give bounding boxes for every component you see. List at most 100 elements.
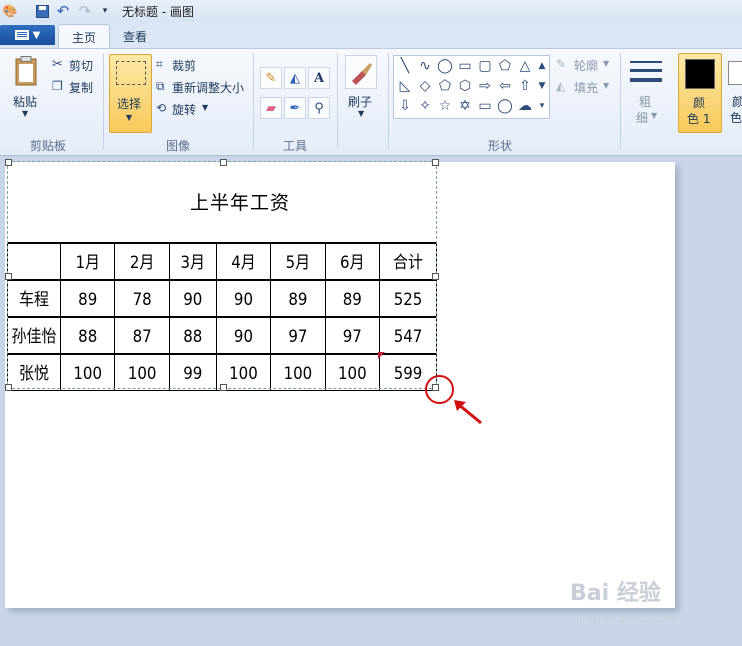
down-arrow-shape-icon[interactable]: ⇩ [396, 97, 414, 115]
hexagon-shape-icon[interactable]: ⬡ [456, 77, 474, 95]
crop-button[interactable]: 裁剪 [172, 57, 196, 74]
annotation-circle [425, 375, 454, 404]
four-point-star-shape-icon[interactable]: ✧ [416, 97, 434, 115]
resize-handle[interactable] [5, 384, 12, 391]
tab-view[interactable]: 查看 [112, 24, 158, 48]
resize-button[interactable]: 重新调整大小 [172, 79, 244, 96]
rectangular-callout-shape-icon[interactable]: ▭ [476, 97, 494, 115]
window-title: 无标题 - 画图 [122, 5, 194, 19]
six-point-star-shape-icon[interactable]: ✡ [456, 97, 474, 115]
shapes-group-label: 形状 [488, 139, 513, 153]
pencil-icon[interactable]: ✎ [260, 67, 282, 89]
chevron-down-icon[interactable]: ▼ [202, 103, 208, 112]
redo-icon[interactable]: ↷ [77, 2, 93, 20]
curve-shape-icon[interactable]: ∿ [416, 57, 434, 75]
up-arrow-shape-icon[interactable]: ⇧ [516, 77, 534, 95]
polygon-shape-icon[interactable]: ⬠ [496, 57, 514, 75]
resize-handle[interactable] [220, 384, 227, 391]
crop-icon: ⌗ [156, 57, 163, 71]
color2-swatch [728, 61, 742, 85]
triangle-shape-icon[interactable]: △ [516, 57, 534, 75]
cut-button[interactable]: 剪切 [69, 57, 93, 74]
resize-handle[interactable] [5, 273, 12, 280]
line-size-icon [628, 57, 664, 87]
left-arrow-shape-icon[interactable]: ⇦ [496, 77, 514, 95]
selection-rectangle[interactable] [5, 159, 439, 391]
select-icon [116, 61, 146, 85]
size-label-line1[interactable]: 粗 [639, 93, 651, 110]
right-arrow-shape-icon[interactable]: ⇨ [476, 77, 494, 95]
paste-button[interactable]: 粘贴 [13, 93, 37, 110]
chevron-down-icon: ▼ [126, 113, 133, 122]
resize-handle[interactable] [220, 159, 227, 166]
line-shape-icon[interactable]: ╲ [396, 57, 414, 75]
color1-label-line1: 颜 [693, 96, 706, 110]
right-triangle-shape-icon[interactable]: ◺ [396, 77, 414, 95]
brushes-button[interactable]: 刷子 [348, 93, 372, 110]
select-button[interactable]: 选择 ▼ [109, 54, 152, 133]
group-divider [103, 53, 104, 149]
outline-icon: ✎ [556, 57, 567, 71]
outline-button[interactable]: 轮廓 [574, 57, 598, 74]
color2-button[interactable]: 颜 色 [726, 57, 742, 131]
color-picker-icon[interactable]: ✒ [284, 97, 306, 119]
annotation-arrow-icon [454, 400, 482, 425]
oval-shape-icon[interactable]: ◯ [436, 57, 454, 75]
menu-icon [14, 30, 29, 40]
ribbon: 粘贴 ▼ ✂ 剪切 ❐ 复制 剪贴板 选择 ▼ ⌗ 裁剪 ⧉ 重新调整大小 ⟲ … [0, 48, 742, 156]
oval-callout-shape-icon[interactable]: ◯ [496, 97, 514, 115]
rectangle-shape-icon[interactable]: ▭ [456, 57, 474, 75]
color1-button[interactable]: 颜 色 1 [678, 53, 722, 133]
color1-swatch [685, 59, 715, 89]
scroll-down-icon[interactable]: ▼ [536, 77, 548, 95]
tools-group-label: 工具 [283, 139, 308, 153]
pentagon-shape-icon[interactable]: ⬠ [436, 77, 454, 95]
text-tool-icon[interactable]: A [308, 67, 330, 89]
resize-handle[interactable] [432, 273, 439, 280]
scroll-up-icon[interactable]: ▲ [536, 57, 548, 75]
chevron-down-icon: ▼ [32, 29, 41, 41]
eraser-icon[interactable]: ▰ [260, 97, 282, 119]
image-group-label: 图像 [166, 139, 191, 153]
copy-button[interactable]: 复制 [69, 79, 93, 96]
red-corner-mark-icon [378, 352, 385, 359]
chevron-down-icon[interactable]: ▼ [22, 109, 28, 118]
chevron-down-icon[interactable]: ▼ [603, 81, 609, 90]
paste-icon [12, 55, 40, 87]
cloud-callout-shape-icon[interactable]: ☁ [516, 97, 534, 115]
fill-button[interactable]: 填充 [574, 79, 598, 96]
five-point-star-shape-icon[interactable]: ☆ [436, 97, 454, 115]
undo-icon[interactable]: ↶ [55, 2, 71, 20]
save-icon[interactable] [34, 3, 50, 19]
ribbon-tab-row: ▼ 主页 查看 [0, 22, 742, 49]
chevron-down-icon[interactable]: ▼ [651, 111, 657, 120]
clipboard-group-label: 剪贴板 [30, 139, 67, 153]
color2-label-line1: 颜 [732, 95, 742, 109]
diamond-shape-icon[interactable]: ◇ [416, 77, 434, 95]
tab-home[interactable]: 主页 [58, 24, 110, 49]
rounded-rectangle-shape-icon[interactable]: ▢ [476, 57, 494, 75]
scissors-icon: ✂ [52, 57, 63, 72]
chevron-down-icon[interactable]: ▼ [603, 59, 609, 68]
shapes-gallery: ╲ ∿ ◯ ▭ ▢ ⬠ △ ◺ ◇ ⬠ ⬡ ⇨ ⇦ ⇧ ⇩ ✧ ☆ ✡ ▭ ◯ … [393, 55, 550, 119]
rotate-button[interactable]: 旋转 [172, 101, 196, 118]
resize-handle[interactable] [5, 159, 12, 166]
size-label-line2[interactable]: 细 [636, 109, 648, 126]
color1-label-line2: 色 1 [687, 112, 711, 126]
group-divider [337, 53, 338, 149]
fill-icon: ◭ [556, 79, 566, 93]
brush-icon [345, 55, 377, 89]
resize-handle[interactable] [432, 159, 439, 166]
color2-label-line2: 色 [730, 111, 742, 125]
paint-app-icon[interactable]: 🎨 [2, 3, 18, 19]
customize-toolbar-icon[interactable]: ▾ [97, 3, 113, 19]
group-divider [620, 53, 621, 149]
group-divider [388, 53, 389, 149]
paint-menu-button[interactable]: ▼ [0, 25, 55, 45]
magnifier-icon[interactable]: ⚲ [308, 97, 330, 119]
chevron-down-icon[interactable]: ▼ [358, 109, 364, 118]
watermark: Bai 经验 [570, 581, 661, 606]
fill-bucket-icon[interactable]: ◭ [284, 67, 306, 89]
title-bar: 🎨 ↶ ↷ ▾ 无标题 - 画图 [0, 0, 742, 23]
expand-gallery-icon[interactable]: ▾ [536, 97, 548, 115]
